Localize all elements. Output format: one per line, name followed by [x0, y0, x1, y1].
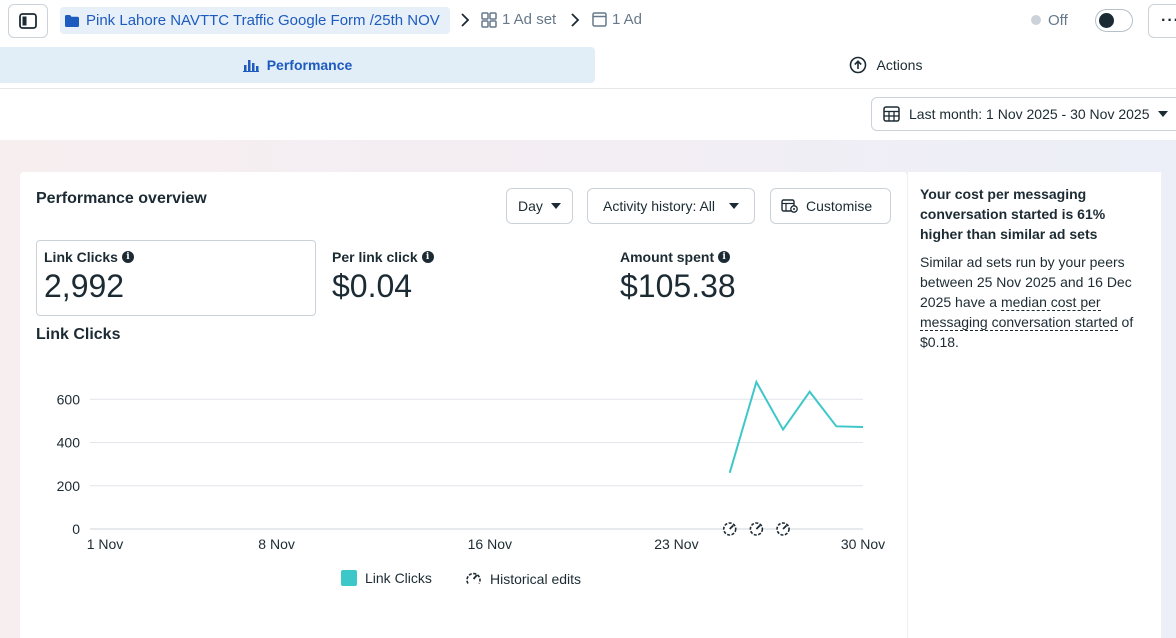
sidebar-panel-icon	[19, 13, 37, 29]
chevron-right-icon	[571, 13, 580, 27]
x-tick-label: 1 Nov	[87, 536, 124, 552]
granularity-dropdown[interactable]: Day	[506, 188, 573, 224]
legend-historical-edits-label: Historical edits	[490, 570, 582, 587]
insight-panel-lower	[908, 362, 1161, 638]
metric-value: 2,992	[44, 268, 125, 304]
info-icon[interactable]: i	[421, 251, 434, 263]
x-tick-label: 30 Nov	[841, 536, 885, 552]
metric-link-clicks[interactable]: Link Clicks i 2,992	[44, 249, 134, 305]
metric-value: $0.04	[332, 268, 413, 304]
historical-edit-marker[interactable]	[722, 522, 737, 536]
insight-title: Your cost per messaging conversation sta…	[920, 186, 1106, 242]
breadcrumb-campaign[interactable]: Pink Lahore NAVTTC Traffic Google Form /…	[60, 7, 450, 34]
legend-swatch	[341, 570, 357, 586]
chevron-down-icon	[550, 203, 561, 209]
historical-edit-marker[interactable]	[749, 522, 764, 536]
metric-label: Per link click	[332, 249, 418, 265]
performance-overview-title: Performance overview	[36, 190, 207, 207]
customise-table-icon	[781, 199, 798, 213]
granularity-label: Day	[518, 198, 543, 214]
breadcrumb-ad-set[interactable]: 1 Ad set	[481, 11, 556, 28]
date-range-picker[interactable]: Last month: 1 Nov 2025 - 30 Nov 2025	[871, 97, 1176, 131]
toggle-knob	[1099, 13, 1114, 28]
activity-history-label: Activity history: All	[603, 198, 716, 214]
status-dot	[1031, 15, 1041, 25]
metric-label: Amount spent	[620, 249, 715, 265]
breadcrumb-campaign-label: Pink Lahore NAVTTC Traffic Google Form /…	[86, 12, 440, 29]
legend-historical-edits[interactable]: Historical edits	[465, 570, 581, 587]
header-divider	[0, 88, 1176, 89]
ad-window-icon	[592, 12, 607, 27]
breadcrumb-ad[interactable]: 1 Ad	[592, 11, 642, 28]
legend-link-clicks[interactable]: Link Clicks	[341, 570, 432, 586]
calendar-table-icon	[883, 106, 900, 122]
metric-label: Link Clicks	[44, 249, 118, 265]
chart-title: Link Clicks	[36, 326, 121, 343]
y-tick-label: 400	[57, 435, 81, 451]
status-label: Off	[1048, 12, 1068, 29]
x-tick-label: 16 Nov	[468, 536, 512, 552]
breadcrumb-ad-set-label: 1 Ad set	[502, 11, 557, 28]
info-icon[interactable]: i	[718, 251, 731, 263]
date-range-label: Last month: 1 Nov 2025 - 30 Nov 2025	[909, 106, 1150, 122]
more-options-button[interactable]: ···	[1148, 4, 1176, 38]
bar-chart-icon	[242, 60, 259, 72]
link-clicks-line-chart: 0 200 400 600 1 Nov 8 Nov 16 Nov 23 Nov 30 Nov	[57, 379, 885, 552]
customise-label: Customise	[806, 198, 873, 214]
tab-actions-label: Actions	[876, 57, 923, 73]
historical-edit-marker[interactable]	[776, 522, 790, 536]
y-tick-label: 600	[57, 391, 81, 407]
ellipsis-icon: ···	[1161, 12, 1176, 29]
folder-icon	[65, 14, 79, 27]
insight-body: Similar ad sets run by your peers betwee…	[920, 252, 1149, 352]
tab-actions[interactable]: Actions	[595, 47, 1176, 83]
top-bar: Pink Lahore NAVTTC Traffic Google Form /…	[0, 0, 1176, 42]
customise-button[interactable]: Customise	[770, 188, 891, 224]
x-tick-label: 8 Nov	[258, 536, 295, 552]
metric-amount-spent[interactable]: Amount spent i $105.38	[620, 249, 736, 305]
y-tick-label: 0	[72, 521, 80, 537]
chevron-down-icon	[1158, 111, 1169, 117]
tab-performance[interactable]: Performance	[0, 47, 595, 83]
metric-value: $105.38	[620, 268, 736, 304]
y-tick-label: 200	[57, 478, 81, 494]
metric-per-link-click[interactable]: Per link click i $0.04	[332, 249, 434, 305]
arrow-up-circle-icon	[849, 56, 866, 74]
performance-overview-card: Performance overview Day Activity histor…	[20, 172, 907, 638]
legend-link-clicks-label: Link Clicks	[365, 570, 432, 586]
x-tick-label: 23 Nov	[654, 536, 698, 552]
insight-panel: Your cost per messaging conversation sta…	[908, 172, 1161, 362]
chevron-right-icon	[461, 13, 470, 27]
breadcrumb-ad-label: 1 Ad	[612, 11, 643, 28]
sidebar-toggle-button[interactable]	[8, 4, 48, 38]
tab-performance-label: Performance	[266, 57, 353, 73]
chevron-down-icon	[729, 203, 740, 209]
grid-icon	[481, 11, 497, 28]
activity-history-dropdown[interactable]: Activity history: All	[587, 188, 756, 224]
series-line-link-clicks	[728, 379, 864, 474]
gauge-edit-icon	[466, 572, 481, 584]
on-off-toggle[interactable]	[1095, 9, 1133, 32]
info-icon[interactable]: i	[121, 251, 134, 263]
